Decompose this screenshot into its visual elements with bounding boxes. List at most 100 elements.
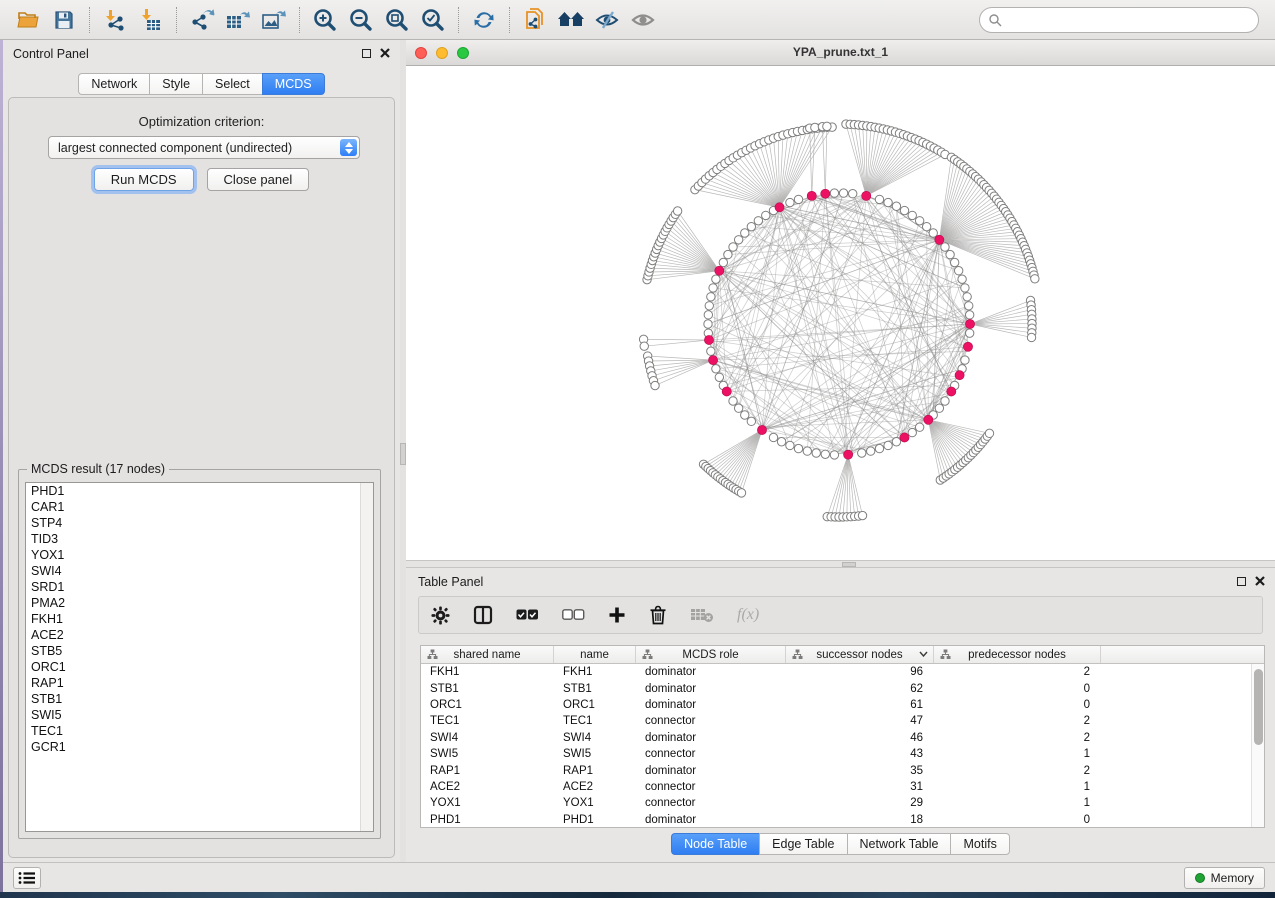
cell-MCDS-role[interactable]: dominator [636,680,786,696]
cell-predecessor-nodes[interactable]: 0 [934,697,1101,713]
list-item[interactable]: PMA2 [26,595,373,611]
close-panel-icon[interactable] [1255,576,1265,586]
tab-network-table[interactable]: Network Table [847,833,951,855]
horizontal-splitter[interactable] [406,560,1275,568]
task-history-button[interactable] [13,867,41,889]
cell-MCDS-role[interactable]: dominator [636,664,786,680]
table-row[interactable]: RAP1RAP1dominator352 [421,762,1264,778]
cell-name[interactable]: ORC1 [554,697,636,713]
cell-successor-nodes[interactable]: 29 [786,795,934,811]
save-session-button[interactable] [46,4,82,36]
export-network-button[interactable] [184,4,220,36]
cell-predecessor-nodes[interactable]: 1 [934,779,1101,795]
cell-predecessor-nodes[interactable]: 2 [934,713,1101,729]
column-header-predecessor-nodes[interactable]: predecessor nodes [934,646,1101,663]
search-input[interactable] [1002,13,1258,27]
search-field[interactable] [979,7,1259,33]
tab-motifs[interactable]: Motifs [950,833,1009,855]
create-column-button[interactable] [608,601,626,629]
list-item[interactable]: ORC1 [26,659,373,675]
float-panel-icon[interactable] [1237,577,1246,586]
cell-successor-nodes[interactable]: 96 [786,664,934,680]
table-options-button[interactable] [431,601,450,629]
list-item[interactable]: SRD1 [26,579,373,595]
cell-name[interactable]: SWI4 [554,730,636,746]
cell-successor-nodes[interactable]: 18 [786,812,934,828]
zoom-out-button[interactable] [343,4,379,36]
float-panel-icon[interactable] [362,49,371,58]
cell-name[interactable]: TEC1 [554,713,636,729]
table-row[interactable]: YOX1YOX1connector291 [421,795,1264,811]
home-layout-button[interactable] [553,4,589,36]
network-graph[interactable] [406,66,1275,560]
cell-MCDS-role[interactable]: connector [636,746,786,762]
table-row[interactable]: ACE2ACE2connector311 [421,779,1264,795]
cell-shared-name[interactable]: SWI5 [421,746,554,762]
cell-MCDS-role[interactable]: dominator [636,730,786,746]
cell-predecessor-nodes[interactable]: 2 [934,762,1101,778]
cell-MCDS-role[interactable]: connector [636,713,786,729]
table-scrollbar[interactable] [1251,664,1264,827]
cell-name[interactable]: ACE2 [554,779,636,795]
column-header-name[interactable]: name [554,646,636,663]
cell-shared-name[interactable]: FKH1 [421,664,554,680]
zoom-fit-button[interactable] [379,4,415,36]
cell-shared-name[interactable]: ACE2 [421,779,554,795]
zoom-selected-button[interactable] [415,4,451,36]
cell-MCDS-role[interactable]: dominator [636,697,786,713]
tab-mcds[interactable]: MCDS [262,73,325,95]
criterion-select[interactable]: largest connected component (undirected) [48,136,360,159]
cell-name[interactable]: SWI5 [554,746,636,762]
network-canvas[interactable] [406,66,1275,560]
column-header-shared-name[interactable]: shared name [421,646,554,663]
node-table[interactable]: shared namenameMCDS rolesuccessor nodesp… [420,645,1265,828]
cell-successor-nodes[interactable]: 47 [786,713,934,729]
cell-name[interactable]: RAP1 [554,762,636,778]
zoom-in-button[interactable] [307,4,343,36]
splitter-grip[interactable] [842,562,856,567]
tab-network[interactable]: Network [78,73,149,95]
tab-style[interactable]: Style [149,73,202,95]
cell-predecessor-nodes[interactable]: 2 [934,730,1101,746]
cell-successor-nodes[interactable]: 43 [786,746,934,762]
show-column-panel-button[interactable] [473,601,493,629]
table-row[interactable]: FKH1FKH1dominator962 [421,664,1264,680]
import-table-button[interactable] [133,4,169,36]
scrollbar-thumb[interactable] [1254,669,1263,745]
cell-name[interactable]: FKH1 [554,664,636,680]
cell-name[interactable]: PHD1 [554,812,636,828]
table-row[interactable]: SWI5SWI5connector431 [421,746,1264,762]
cell-MCDS-role[interactable]: dominator [636,762,786,778]
tab-node-table[interactable]: Node Table [671,833,759,855]
cell-predecessor-nodes[interactable]: 1 [934,795,1101,811]
cell-successor-nodes[interactable]: 62 [786,680,934,696]
run-mcds-button[interactable]: Run MCDS [94,168,194,191]
list-item[interactable]: SWI5 [26,707,373,723]
list-item[interactable]: STB5 [26,643,373,659]
list-item[interactable]: TEC1 [26,723,373,739]
list-item[interactable]: FKH1 [26,611,373,627]
cell-shared-name[interactable]: SWI4 [421,730,554,746]
table-row[interactable]: PHD1PHD1dominator180 [421,812,1264,828]
cell-name[interactable]: YOX1 [554,795,636,811]
cell-successor-nodes[interactable]: 61 [786,697,934,713]
list-item[interactable]: YOX1 [26,547,373,563]
open-session-button[interactable] [10,4,46,36]
mcds-result-list[interactable]: PHD1CAR1STP4TID3YOX1SWI4SRD1PMA2FKH1ACE2… [25,482,374,832]
cell-MCDS-role[interactable]: dominator [636,812,786,828]
cell-predecessor-nodes[interactable]: 0 [934,680,1101,696]
cell-successor-nodes[interactable]: 31 [786,779,934,795]
cell-shared-name[interactable]: ORC1 [421,697,554,713]
deselect-all-rows-button[interactable] [562,601,585,629]
list-item[interactable]: GCR1 [26,739,373,755]
show-all-button[interactable] [625,4,661,36]
column-header-successor-nodes[interactable]: successor nodes [786,646,934,663]
import-network-button[interactable] [97,4,133,36]
cell-shared-name[interactable]: YOX1 [421,795,554,811]
cell-name[interactable]: STB1 [554,680,636,696]
refresh-view-button[interactable] [466,4,502,36]
list-scrollbar[interactable] [360,483,373,831]
cell-MCDS-role[interactable]: connector [636,795,786,811]
export-image-button[interactable] [256,4,292,36]
cell-shared-name[interactable]: PHD1 [421,812,554,828]
